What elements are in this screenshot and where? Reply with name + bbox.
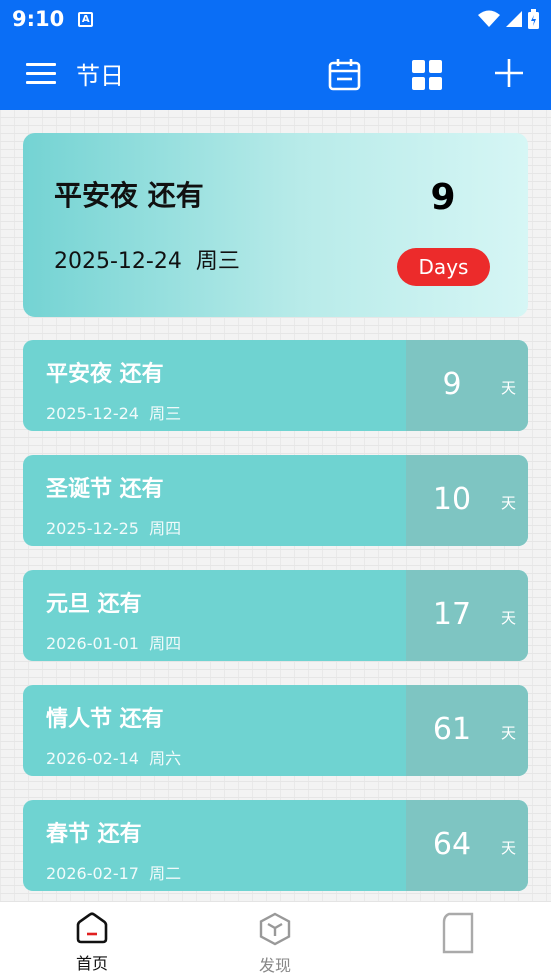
featured-event-title: 平安夜 还有 [54, 179, 204, 212]
event-date: 2026-01-01 周四 [46, 634, 182, 653]
event-title: 春节 还有 [46, 822, 142, 847]
battery-icon [528, 9, 539, 29]
featured-event-count: 9 [430, 177, 456, 218]
app-notification-icon: A [78, 11, 94, 27]
event-unit: 天 [501, 839, 517, 857]
page-icon [442, 912, 474, 954]
add-icon[interactable] [494, 58, 524, 88]
event-card[interactable]: 圣诞节 还有 2025-12-25 周四 10 天 [23, 455, 528, 546]
event-unit: 天 [501, 609, 517, 627]
event-card[interactable]: 情人节 还有 2026-02-14 周六 61 天 [23, 685, 528, 776]
event-countdown: 64 天 [406, 800, 528, 891]
event-title: 元旦 还有 [46, 592, 142, 617]
status-bar: 9:10 A [0, 0, 551, 38]
featured-event-card[interactable]: 平安夜 还有 2025-12-24 周三 9 Days [23, 133, 528, 317]
bottom-navigation: 首页 发现 [0, 901, 551, 979]
event-countdown: 61 天 [406, 685, 528, 776]
cube-icon [259, 912, 291, 946]
event-count: 61 [432, 712, 472, 747]
event-unit: 天 [501, 494, 517, 512]
nav-discover-label: 发现 [258, 956, 291, 975]
event-unit: 天 [501, 379, 517, 397]
home-icon [76, 912, 108, 944]
event-countdown: 10 天 [406, 455, 528, 546]
days-badge: Days [397, 248, 490, 286]
event-count: 17 [432, 597, 472, 632]
event-card[interactable]: 元旦 还有 2026-01-01 周四 17 天 [23, 570, 528, 661]
featured-event-date: 2025-12-24 周三 [54, 249, 240, 274]
event-count: 10 [432, 482, 472, 517]
page-title: 节日 [76, 62, 124, 90]
status-time: 9:10 [12, 7, 65, 31]
app-bar: 节日 [0, 38, 551, 110]
grid-view-icon[interactable] [412, 60, 442, 90]
event-date: 2025-12-24 周三 [46, 404, 182, 423]
event-title: 圣诞节 还有 [46, 477, 164, 502]
wifi-icon [478, 10, 500, 27]
nav-home-label: 首页 [75, 954, 108, 973]
event-count: 64 [432, 827, 472, 862]
calendar-icon[interactable] [328, 58, 361, 91]
event-title: 平安夜 还有 [46, 362, 164, 387]
nav-discover[interactable]: 发现 [230, 912, 320, 976]
event-countdown: 17 天 [406, 570, 528, 661]
signal-icon [506, 11, 522, 27]
event-card[interactable]: 春节 还有 2026-02-17 周二 64 天 [23, 800, 528, 891]
status-icons [478, 9, 539, 29]
event-date: 2025-12-25 周四 [46, 519, 182, 538]
event-unit: 天 [501, 724, 517, 742]
event-date: 2026-02-17 周二 [46, 864, 182, 883]
event-count: 9 [442, 367, 462, 402]
menu-icon[interactable] [26, 63, 56, 85]
event-title: 情人节 还有 [46, 707, 164, 732]
nav-profile[interactable] [413, 912, 503, 960]
event-card[interactable]: 平安夜 还有 2025-12-24 周三 9 天 [23, 340, 528, 431]
nav-home[interactable]: 首页 [47, 912, 137, 974]
event-date: 2026-02-14 周六 [46, 749, 182, 768]
event-countdown: 9 天 [406, 340, 528, 431]
